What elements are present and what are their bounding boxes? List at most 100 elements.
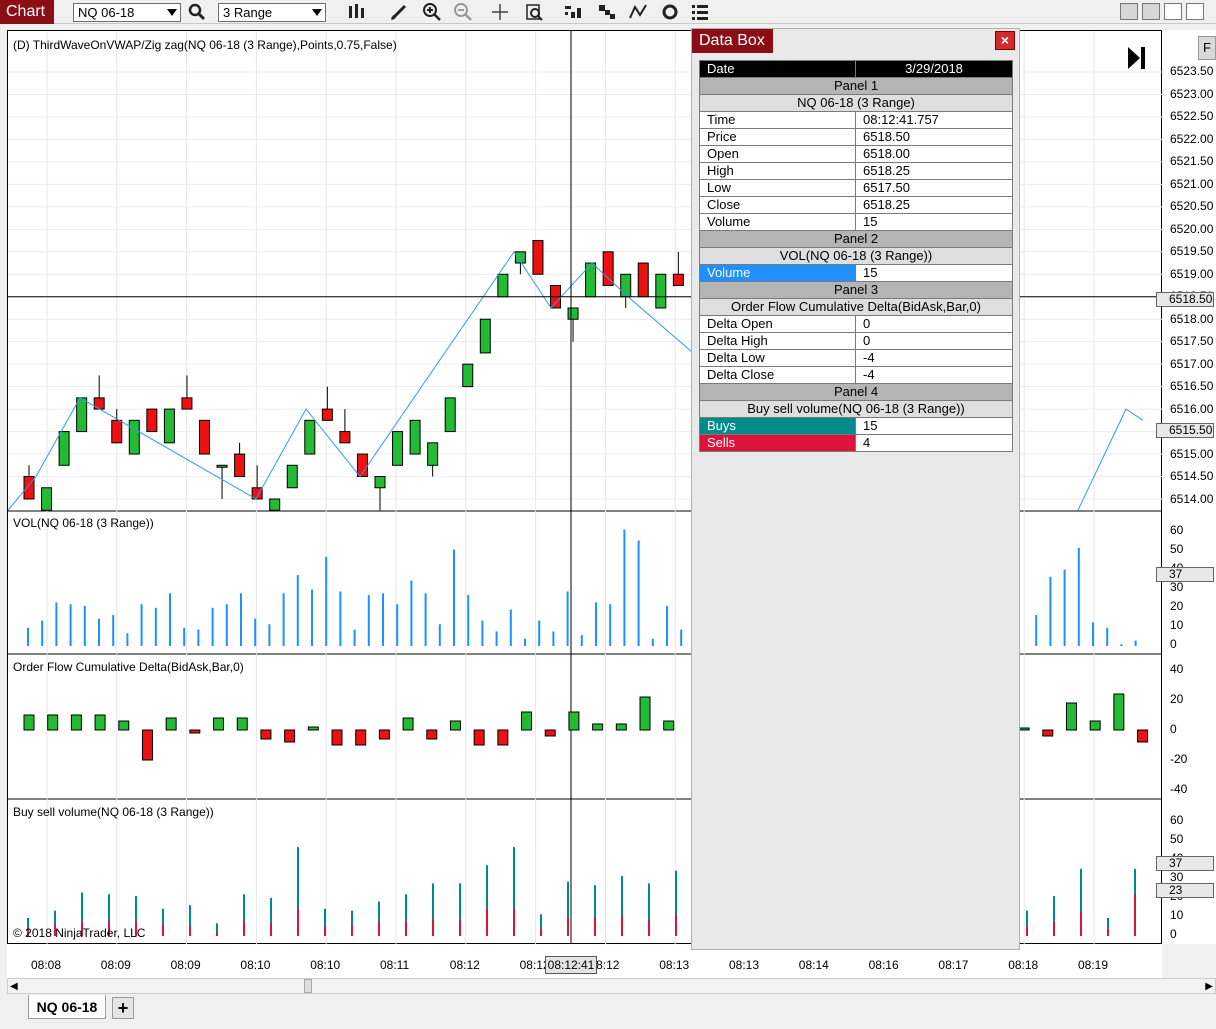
delta-bar <box>1042 729 1054 737</box>
price-tick: 6519.00 <box>1170 266 1214 281</box>
delta-tick: -40 <box>1170 782 1188 796</box>
properties-icon[interactable] <box>690 2 710 22</box>
ninjatrader-chart-window: Chart NQ 06-18 3 Range (D) ThirdWaveOnVW… <box>0 0 1216 1029</box>
delta-bar <box>378 729 390 740</box>
buysell-tick: 60 <box>1170 813 1184 827</box>
panel1-label: (D) ThirdWaveOnVWAP/Zig zag(NQ 06-18 (3 … <box>13 38 397 52</box>
chevron-down-icon <box>167 9 177 16</box>
delta-bar <box>449 720 461 731</box>
delta-bar <box>189 729 201 734</box>
delta-bar <box>426 729 438 740</box>
candle-body <box>41 487 53 511</box>
close-window-button[interactable] <box>1186 3 1204 20</box>
volume-tick: 10 <box>1170 618 1184 632</box>
candle-body <box>462 363 474 388</box>
candle-body <box>321 408 333 421</box>
crosshair-icon[interactable] <box>490 2 510 22</box>
data-box-title: Data Box <box>692 29 773 53</box>
price-axis[interactable]: 6523.50 6523.00 6522.50 6522.00 6521.50 6521.… <box>1156 30 1216 944</box>
zoom-in-icon[interactable] <box>422 2 442 22</box>
indicators-icon[interactable] <box>563 2 583 22</box>
search-icon[interactable] <box>187 2 207 22</box>
time-tick: 08:14 <box>798 958 829 972</box>
data-box-window[interactable]: Data Box × Date 3/29/2018 Panel 1 NQ 06-1… <box>691 28 1020 950</box>
interval-selector[interactable]: 3 Range <box>218 3 326 22</box>
copyright-label: © 2018 NinjaTrader, LLC <box>13 926 146 940</box>
bar-type-icon[interactable] <box>346 2 366 22</box>
drawing-tools-icon[interactable] <box>628 2 648 22</box>
date-label: Date <box>699 60 856 78</box>
candle-body <box>304 419 316 455</box>
scroll-right-icon[interactable]: ▶ <box>1205 981 1213 992</box>
sells-marker: 23 <box>1156 883 1214 898</box>
window-title: Chart <box>0 0 54 24</box>
jump-to-end-icon[interactable] <box>1126 45 1146 74</box>
panel2-label: VOL(NQ 06-18 (3 Range)) <box>13 516 154 530</box>
add-tab-button[interactable]: + <box>112 997 134 1019</box>
buysell-tick: 10 <box>1170 908 1184 922</box>
candle-body <box>199 419 210 455</box>
candle-body <box>286 464 298 489</box>
time-tick: 08:17 <box>938 958 969 972</box>
time-tick: 08:10 <box>240 958 271 972</box>
table-row: Delta Low -4 <box>699 349 1013 367</box>
price-tick: 6517.00 <box>1170 356 1214 371</box>
interval-value: 3 Range <box>223 5 273 20</box>
minimize-button[interactable] <box>1120 3 1138 20</box>
delta-tick: 40 <box>1170 662 1184 676</box>
horizontal-scrollbar[interactable]: ◀ ▶ <box>7 978 1216 994</box>
candle-body <box>58 431 70 466</box>
zoom-out-icon[interactable] <box>453 2 473 22</box>
candle-body <box>602 251 614 286</box>
price-tick: 6518.00 <box>1170 311 1214 326</box>
scroll-thumb[interactable] <box>304 979 312 993</box>
delta-bar <box>473 729 485 746</box>
data-box-icon[interactable] <box>524 2 544 22</box>
candle-body <box>497 273 509 298</box>
candle-body <box>339 431 351 444</box>
time-tick: 08:13 <box>729 958 760 972</box>
strategies-icon[interactable] <box>597 2 617 22</box>
price-tick: 6523.00 <box>1170 86 1214 101</box>
tab-nq-06-18[interactable]: NQ 06-18 <box>28 995 106 1019</box>
data-box-header[interactable]: Data Box × <box>692 29 1019 53</box>
maximize-button[interactable] <box>1164 3 1182 20</box>
delta-bar <box>213 717 225 731</box>
instrument-selector[interactable]: NQ 06-18 <box>73 3 181 22</box>
table-row: Price 6518.50 <box>699 128 1013 146</box>
candle-body <box>409 419 421 455</box>
time-tick: 08:08 <box>31 958 62 972</box>
candle-body <box>216 464 228 468</box>
time-tick: 08:10 <box>310 958 341 972</box>
table-row: Volume 15 <box>699 213 1013 231</box>
delta-bar <box>615 723 627 731</box>
data-box-close-button[interactable]: × <box>995 31 1015 50</box>
delta-bar <box>355 729 367 746</box>
time-tick: 08:12 <box>449 958 480 972</box>
candle-body <box>163 408 175 444</box>
delta-bar <box>402 717 414 731</box>
panel4-header: Panel 4 <box>699 383 1013 401</box>
panel1-subheader: NQ 06-18 (3 Range) <box>699 94 1013 112</box>
delta-bar <box>1137 729 1149 743</box>
candle-body <box>23 476 35 500</box>
table-row: High 6518.25 <box>699 162 1013 180</box>
delta-bar <box>307 726 319 731</box>
time-tick: 08:11 <box>380 958 410 972</box>
price-tick: 6514.50 <box>1170 469 1214 483</box>
delta-bar <box>141 729 153 761</box>
delta-bar <box>568 711 580 731</box>
scroll-left-icon[interactable]: ◀ <box>10 981 18 992</box>
reload-icon[interactable] <box>660 2 680 22</box>
buys-label: Buys <box>699 417 856 435</box>
restore-button[interactable] <box>1142 3 1160 20</box>
price-marker-last: 6515.50 <box>1156 423 1214 438</box>
candle-body <box>234 453 246 478</box>
price-tick: 6522.50 <box>1170 109 1214 123</box>
zigzag-line <box>1077 408 1144 511</box>
tab-bar: NQ 06-18 + <box>0 995 1216 1029</box>
panel3-subheader: Order Flow Cumulative Delta(BidAsk,Bar,0… <box>699 298 1013 316</box>
draw-tool-icon[interactable] <box>389 2 409 22</box>
f-button[interactable]: F <box>1198 36 1216 60</box>
table-row: Delta Open 0 <box>699 315 1013 333</box>
